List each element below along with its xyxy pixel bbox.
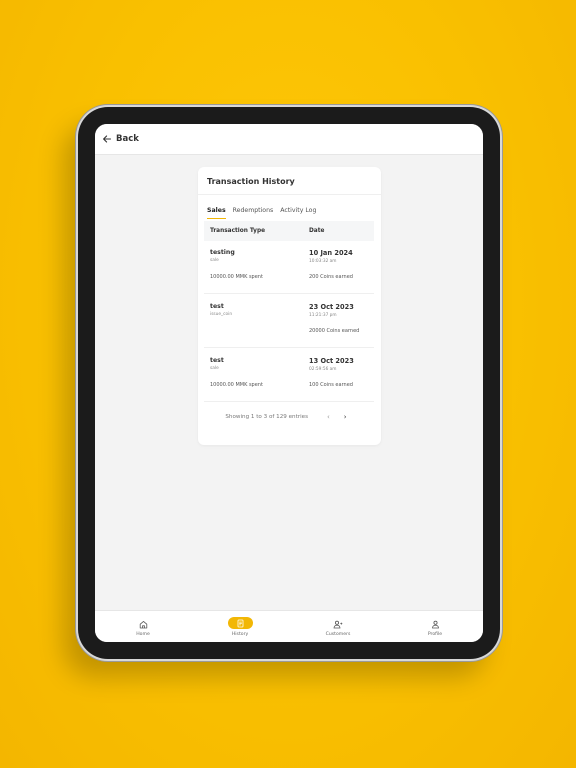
pagination: Showing 1 to 3 of 129 entries ‹ › — [198, 407, 381, 427]
tab-bar: Sales Redemptions Activity Log — [207, 207, 323, 219]
transaction-type: sale — [210, 366, 219, 371]
tab-redemptions[interactable]: Redemptions — [233, 207, 274, 219]
nav-label: History — [231, 632, 249, 637]
table-row[interactable]: testing sale 10000.00 MMK spent 10 Jan 2… — [204, 241, 374, 294]
coins-earned: 20000 Coins earned — [309, 328, 360, 334]
amount-spent: 10000.00 MMK spent — [210, 382, 263, 388]
home-icon — [139, 614, 148, 633]
app-screen: Back Transaction History Sales Redemptio… — [95, 124, 483, 642]
transaction-date: 10 Jan 2024 — [309, 249, 353, 257]
pagination-info: Showing 1 to 3 of 129 entries — [225, 414, 308, 420]
transaction-name: test — [210, 357, 224, 364]
transaction-history-card: Transaction History Sales Redemptions Ac… — [198, 167, 381, 445]
coins-earned: 100 Coins earned — [309, 382, 353, 388]
amount-spent: 10000.00 MMK spent — [210, 274, 263, 280]
column-header-type: Transaction Type — [210, 228, 266, 234]
transaction-date: 13 Oct 2023 — [309, 357, 354, 365]
back-button[interactable]: Back — [116, 134, 139, 144]
transaction-date: 23 Oct 2023 — [309, 303, 354, 311]
nav-label: Customers — [325, 632, 351, 637]
nav-home[interactable]: Home — [113, 617, 173, 637]
tablet-frame: Back Transaction History Sales Redemptio… — [78, 107, 500, 659]
nav-label: Profile — [427, 632, 443, 637]
transaction-time: 11:21:37 pm — [309, 313, 337, 318]
tab-activity-log[interactable]: Activity Log — [280, 207, 316, 219]
transaction-time: 02:59:56 am — [309, 367, 337, 372]
arrow-left-icon[interactable] — [102, 134, 112, 144]
table-row[interactable]: test issue_coin 23 Oct 2023 11:21:37 pm … — [204, 295, 374, 348]
transaction-name: testing — [210, 249, 235, 256]
nav-history[interactable]: History — [210, 617, 270, 637]
bottom-navigation: Home History Customers Profile — [95, 610, 483, 642]
table-row[interactable]: test sale 10000.00 MMK spent 13 Oct 2023… — [204, 349, 374, 402]
customers-icon — [333, 614, 343, 633]
chevron-left-icon[interactable]: ‹ — [327, 413, 330, 421]
nav-profile[interactable]: Profile — [405, 617, 465, 637]
history-icon — [227, 617, 253, 629]
transaction-type: issue_coin — [210, 312, 233, 317]
profile-icon — [431, 614, 440, 633]
column-header-date: Date — [309, 228, 325, 234]
top-bar: Back — [95, 124, 483, 155]
table-header: Transaction Type Date — [204, 221, 374, 241]
card-title: Transaction History — [207, 177, 295, 186]
chevron-right-icon[interactable]: › — [344, 413, 347, 421]
tab-sales[interactable]: Sales — [207, 207, 226, 219]
divider — [198, 194, 381, 195]
transaction-type: sale — [210, 258, 219, 263]
nav-customers[interactable]: Customers — [308, 617, 368, 637]
transaction-name: test — [210, 303, 224, 310]
coins-earned: 200 Coins earned — [309, 274, 353, 280]
transaction-time: 10:03:32 am — [309, 259, 337, 264]
nav-label: Home — [136, 632, 150, 637]
